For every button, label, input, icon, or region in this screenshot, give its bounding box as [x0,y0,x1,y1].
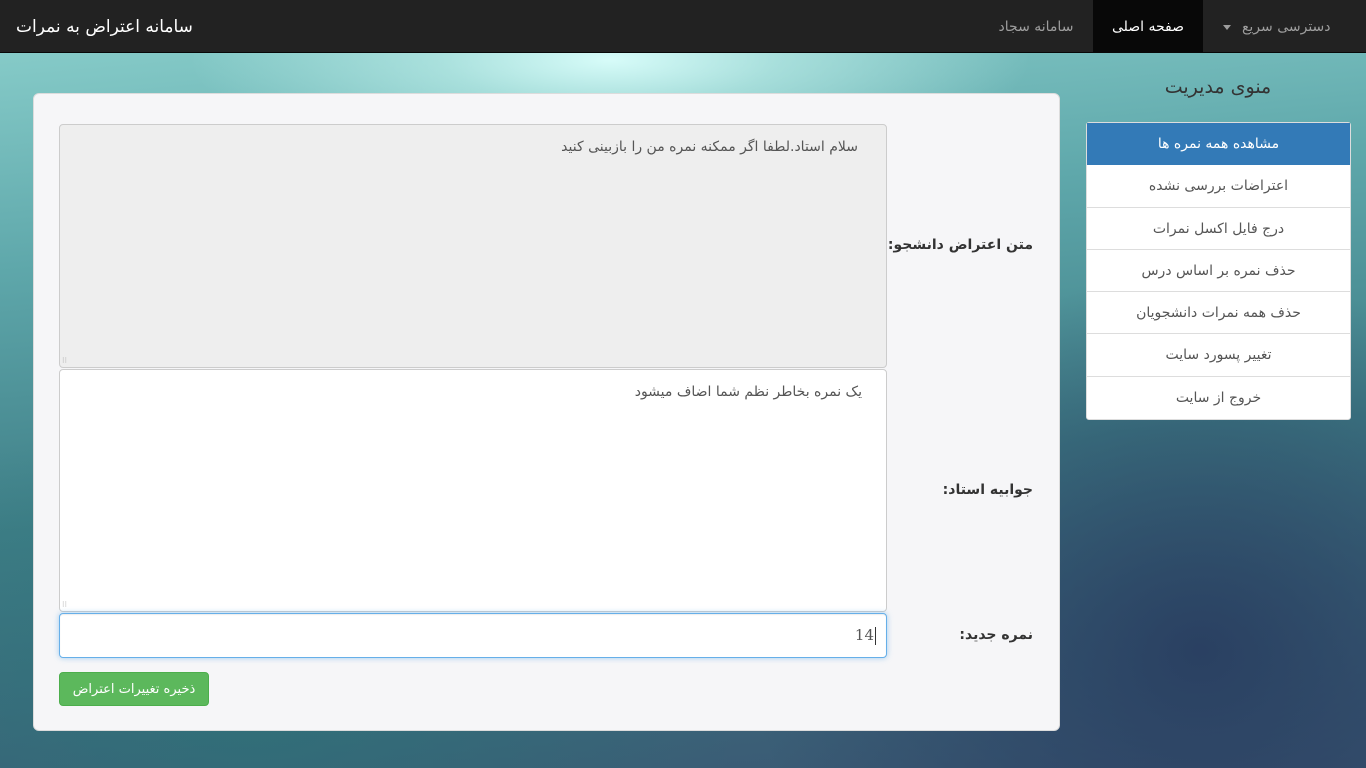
new-grade-label: نمره جدید: [959,627,1033,643]
nav-sajjad-system[interactable]: سامانه سجاد [980,0,1092,52]
complaint-edit-panel: متن اعتراض دانشجو: سلام استاد.لطفا اگر م… [33,93,1060,731]
menu-item-upload-excel-grades[interactable]: درج فایل اکسل نمرات [1087,208,1350,250]
save-complaint-changes-button[interactable]: ذخیره تغییرات اعتراض [59,672,209,706]
resize-grip-icon[interactable]: ⁝⁝ [62,601,67,609]
site-brand[interactable]: سامانه اعتراض به نمرات [16,0,193,53]
caret-down-icon [1223,24,1232,30]
menu-item-unreviewed-complaints[interactable]: اعتراضات بررسی نشده [1087,165,1350,208]
text-cursor [875,627,876,645]
nav-quick-access-dropdown[interactable]: دسترسی سریع [1203,0,1351,52]
menu-item-change-password[interactable]: تغییر پسورد سایت [1087,334,1350,377]
menu-item-view-all-grades[interactable]: مشاهده همه نمره ها [1087,123,1350,166]
nav-home[interactable]: صفحه اصلی [1093,0,1203,52]
reply-text-value: یک نمره بخاطر نظم شما اضاف میشود [634,384,862,400]
reply-textarea[interactable]: یک نمره بخاطر نظم شما اضاف میشود ⁝⁝ [59,369,887,612]
resize-grip-icon[interactable]: ⁝⁝ [62,357,67,365]
complaint-textarea: سلام استاد.لطفا اگر ممکنه نمره من را باز… [59,124,887,368]
new-grade-input[interactable]: 14 [59,613,887,658]
new-grade-value: 14 [854,626,874,644]
top-navbar: سامانه اعتراض به نمرات دسترسی سریع صفحه … [0,0,1366,53]
menu-item-logout[interactable]: خروج از سایت [1087,377,1350,419]
admin-menu: مشاهده همه نمره ها اعتراضات بررسی نشده د… [1086,122,1351,421]
complaint-text-label: متن اعتراض دانشجو: [887,237,1033,253]
complaint-text-value: سلام استاد.لطفا اگر ممکنه نمره من را باز… [561,139,858,155]
admin-menu-title: منوی مدیریت [1164,76,1272,98]
menu-item-delete-all-grades[interactable]: حذف همه نمرات دانشجویان [1087,292,1350,335]
nav-quick-access-label: دسترسی سریع [1241,19,1331,35]
reply-text-label: جوابیه استاد: [942,482,1033,498]
menu-item-delete-grade-by-course[interactable]: حذف نمره بر اساس درس [1087,250,1350,293]
